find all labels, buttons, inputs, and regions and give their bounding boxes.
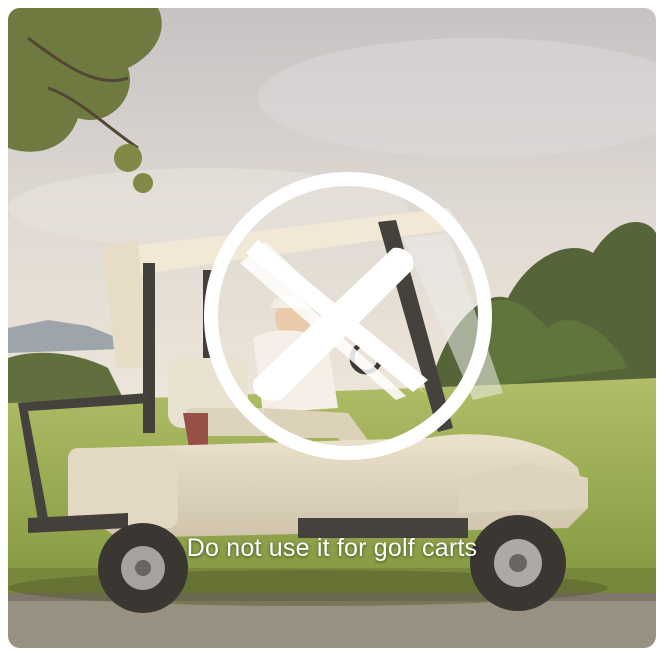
caption-text: Do not use it for golf carts xyxy=(186,534,478,562)
photo-card: Do not use it for golf carts xyxy=(8,8,656,648)
